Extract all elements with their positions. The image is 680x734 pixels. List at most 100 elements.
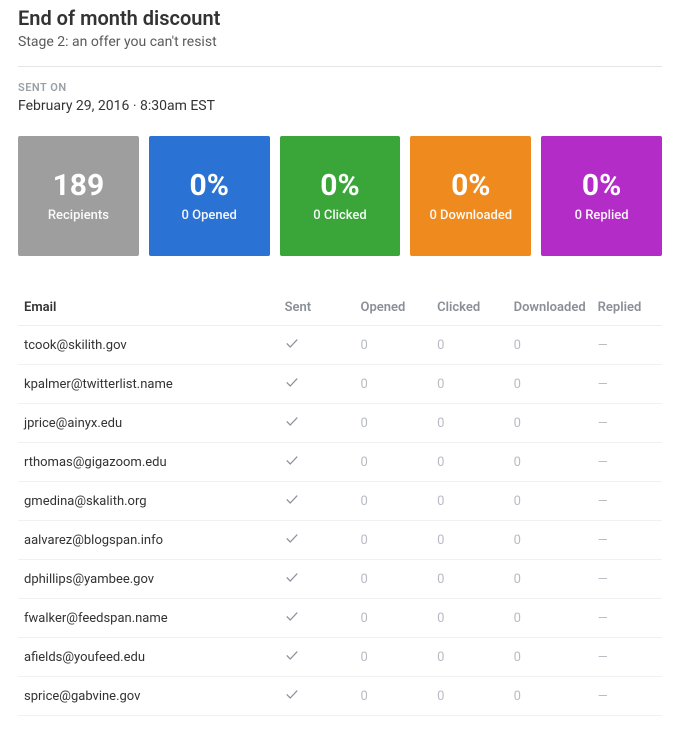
stat-clicked[interactable]: 0% 0 Clicked	[280, 136, 401, 256]
th-clicked[interactable]: Clicked	[431, 290, 508, 326]
cell-email: kpalmer@twitterlist.name	[18, 365, 279, 404]
cell-email: aalvarez@blogspan.info	[18, 521, 279, 560]
cell-clicked: 0	[431, 638, 508, 677]
table-row[interactable]: dphillips@yambee.gov000—	[18, 560, 662, 599]
cell-email: sprice@gabvine.gov	[18, 677, 279, 716]
stat-value: 0%	[190, 169, 229, 202]
cell-sent	[279, 443, 355, 482]
stat-value: 0%	[320, 169, 359, 202]
cell-opened: 0	[355, 404, 432, 443]
check-icon	[285, 570, 299, 584]
stat-value: 189	[53, 169, 105, 202]
table-row[interactable]: afields@youfeed.edu000—	[18, 638, 662, 677]
check-icon	[285, 453, 299, 467]
table-row[interactable]: kpalmer@twitterlist.name000—	[18, 365, 662, 404]
cell-opened: 0	[355, 326, 432, 365]
th-email[interactable]: Email	[18, 290, 279, 326]
cell-replied: —	[592, 599, 662, 638]
cell-clicked: 0	[431, 599, 508, 638]
cell-email: tcook@skilith.gov	[18, 326, 279, 365]
cell-clicked: 0	[431, 365, 508, 404]
table-row[interactable]: aalvarez@blogspan.info000—	[18, 521, 662, 560]
cell-email: gmedina@skalith.org	[18, 482, 279, 521]
cell-replied: —	[592, 482, 662, 521]
cell-clicked: 0	[431, 482, 508, 521]
th-sent[interactable]: Sent	[279, 290, 355, 326]
cell-replied: —	[592, 677, 662, 716]
cell-sent	[279, 560, 355, 599]
cell-clicked: 0	[431, 521, 508, 560]
stat-opened[interactable]: 0% 0 Opened	[149, 136, 270, 256]
cell-opened: 0	[355, 638, 432, 677]
cell-clicked: 0	[431, 443, 508, 482]
th-replied[interactable]: Replied	[592, 290, 662, 326]
cell-opened: 0	[355, 365, 432, 404]
stat-label: 0 Replied	[575, 208, 629, 223]
cell-replied: —	[592, 443, 662, 482]
stat-recipients[interactable]: 189 Recipients	[18, 136, 139, 256]
table-row[interactable]: sprice@gabvine.gov000—	[18, 677, 662, 716]
cell-replied: —	[592, 404, 662, 443]
check-icon	[285, 336, 299, 350]
campaign-header: End of month discount Stage 2: an offer …	[18, 0, 662, 50]
cell-clicked: 0	[431, 326, 508, 365]
cell-replied: —	[592, 326, 662, 365]
check-icon	[285, 609, 299, 623]
sent-on-value: February 29, 2016 · 8:30am EST	[18, 98, 662, 114]
table-row[interactable]: tcook@skilith.gov000—	[18, 326, 662, 365]
stat-replied[interactable]: 0% 0 Replied	[541, 136, 662, 256]
cell-downloaded: 0	[508, 677, 592, 716]
cell-downloaded: 0	[508, 404, 592, 443]
th-opened[interactable]: Opened	[355, 290, 432, 326]
stat-label: 0 Opened	[182, 208, 237, 223]
stat-downloaded[interactable]: 0% 0 Downloaded	[410, 136, 531, 256]
cell-email: dphillips@yambee.gov	[18, 560, 279, 599]
page-title: End of month discount	[18, 6, 662, 30]
table-header-row: Email Sent Opened Clicked Downloaded Rep…	[18, 290, 662, 326]
cell-downloaded: 0	[508, 365, 592, 404]
th-downloaded[interactable]: Downloaded	[508, 290, 592, 326]
divider	[18, 66, 662, 67]
cell-downloaded: 0	[508, 638, 592, 677]
stat-value: 0%	[582, 169, 621, 202]
cell-replied: —	[592, 560, 662, 599]
cell-downloaded: 0	[508, 599, 592, 638]
stat-label: 0 Downloaded	[429, 208, 512, 223]
sent-on-label: SENT ON	[18, 81, 662, 94]
cell-opened: 0	[355, 560, 432, 599]
check-icon	[285, 531, 299, 545]
check-icon	[285, 414, 299, 428]
cell-sent	[279, 326, 355, 365]
table-row[interactable]: fwalker@feedspan.name000—	[18, 599, 662, 638]
check-icon	[285, 687, 299, 701]
cell-sent	[279, 677, 355, 716]
cell-sent	[279, 599, 355, 638]
cell-downloaded: 0	[508, 521, 592, 560]
check-icon	[285, 375, 299, 389]
cell-clicked: 0	[431, 404, 508, 443]
recipients-table: Email Sent Opened Clicked Downloaded Rep…	[18, 290, 662, 716]
cell-downloaded: 0	[508, 482, 592, 521]
cell-opened: 0	[355, 521, 432, 560]
cell-clicked: 0	[431, 560, 508, 599]
cell-downloaded: 0	[508, 326, 592, 365]
stats-row: 189 Recipients 0% 0 Opened 0% 0 Clicked …	[18, 136, 662, 256]
cell-opened: 0	[355, 443, 432, 482]
cell-clicked: 0	[431, 677, 508, 716]
table-row[interactable]: rthomas@gigazoom.edu000—	[18, 443, 662, 482]
cell-opened: 0	[355, 482, 432, 521]
cell-sent	[279, 365, 355, 404]
cell-email: afields@youfeed.edu	[18, 638, 279, 677]
cell-opened: 0	[355, 599, 432, 638]
cell-email: fwalker@feedspan.name	[18, 599, 279, 638]
sent-on-section: SENT ON February 29, 2016 · 8:30am EST	[18, 81, 662, 114]
table-row[interactable]: gmedina@skalith.org000—	[18, 482, 662, 521]
cell-email: rthomas@gigazoom.edu	[18, 443, 279, 482]
stat-value: 0%	[451, 169, 490, 202]
cell-replied: —	[592, 638, 662, 677]
cell-opened: 0	[355, 677, 432, 716]
cell-replied: —	[592, 365, 662, 404]
cell-replied: —	[592, 521, 662, 560]
cell-downloaded: 0	[508, 443, 592, 482]
table-row[interactable]: jprice@ainyx.edu000—	[18, 404, 662, 443]
